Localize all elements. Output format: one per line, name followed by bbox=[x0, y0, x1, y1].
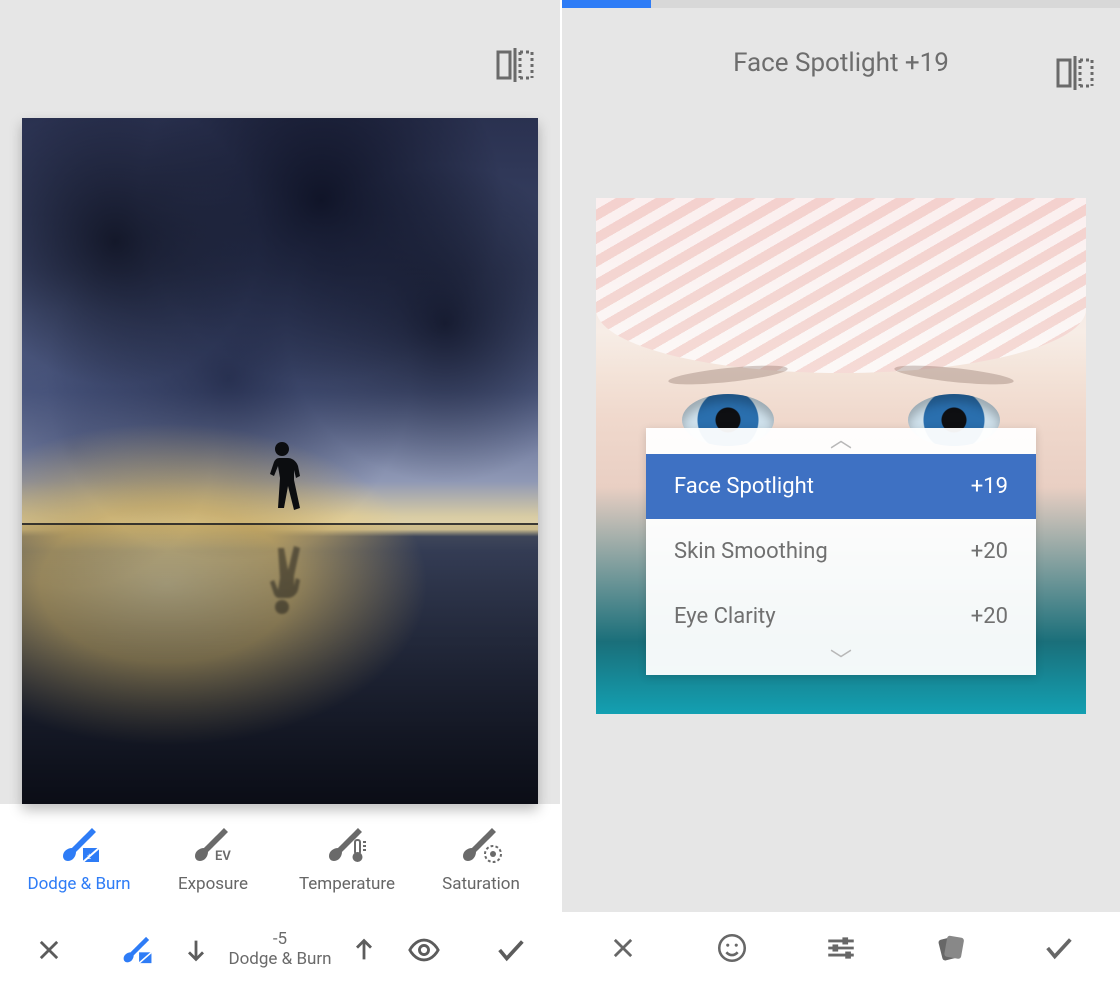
tool-exposure[interactable]: EV Exposure bbox=[146, 826, 280, 894]
apply-button[interactable] bbox=[470, 933, 553, 967]
menu-item-value: +20 bbox=[971, 604, 1008, 629]
value-progress-bar[interactable] bbox=[562, 0, 1120, 8]
menu-item-label: Eye Clarity bbox=[674, 604, 776, 629]
brush-dodge-burn-icon: ± bbox=[57, 826, 101, 864]
tool-dodge-burn[interactable]: ± Dodge & Burn bbox=[12, 826, 146, 894]
chevron-down-icon[interactable]: ﹀ bbox=[646, 649, 1036, 675]
tool-label: Dodge & Burn bbox=[27, 874, 130, 894]
left-top-bar bbox=[0, 0, 560, 118]
right-top-bar: Face Spotlight +19 bbox=[562, 8, 1120, 118]
tool-temperature[interactable]: Temperature bbox=[280, 826, 414, 894]
edited-photo[interactable] bbox=[22, 118, 538, 804]
tool-label: Exposure bbox=[178, 874, 248, 894]
left-canvas[interactable] bbox=[0, 118, 560, 804]
cancel-button[interactable] bbox=[570, 934, 675, 962]
compare-icon[interactable] bbox=[494, 44, 536, 86]
chevron-up-icon[interactable]: ︿ bbox=[646, 428, 1036, 454]
tool-label: Temperature bbox=[299, 874, 395, 894]
menu-item-face-spotlight[interactable]: Face Spotlight +19 bbox=[646, 454, 1036, 519]
svg-text:±: ± bbox=[87, 852, 91, 861]
decrease-icon[interactable] bbox=[182, 936, 210, 964]
brush-strength-readout: -5 Dodge & Burn bbox=[228, 930, 331, 969]
svg-text:EV: EV bbox=[215, 849, 231, 864]
apply-button[interactable] bbox=[1007, 931, 1112, 965]
styles-button[interactable] bbox=[898, 931, 1003, 965]
subject-silhouette bbox=[260, 442, 304, 528]
editor-left-pane: ± Dodge & Burn EV Exposure bbox=[0, 0, 560, 984]
menu-item-eye-clarity[interactable]: Eye Clarity +20 bbox=[646, 584, 1036, 649]
editor-right-pane: Face Spotlight +19 ︿ Face Spotlight + bbox=[560, 0, 1120, 984]
cancel-button[interactable] bbox=[8, 936, 91, 964]
brush-temperature-icon bbox=[325, 826, 369, 864]
face-button[interactable] bbox=[679, 931, 784, 965]
menu-item-skin-smoothing[interactable]: Skin Smoothing +20 bbox=[646, 519, 1036, 584]
menu-item-value: +19 bbox=[971, 474, 1008, 499]
left-bottom-bar: -5 Dodge & Burn bbox=[0, 916, 560, 984]
adjustment-title: Face Spotlight +19 bbox=[733, 48, 949, 78]
menu-item-label: Skin Smoothing bbox=[674, 539, 828, 564]
adjustment-menu[interactable]: ︿ Face Spotlight +19 Skin Smoothing +20 … bbox=[646, 428, 1036, 675]
compare-icon[interactable] bbox=[1054, 52, 1096, 94]
menu-item-value: +20 bbox=[971, 539, 1008, 564]
brush-exposure-icon: EV bbox=[191, 826, 235, 864]
menu-item-label: Face Spotlight bbox=[674, 474, 814, 499]
tool-saturation[interactable]: Saturation bbox=[414, 826, 548, 894]
brush-toolbox: ± Dodge & Burn EV Exposure bbox=[0, 804, 560, 916]
brush-saturation-icon bbox=[459, 826, 503, 864]
portrait-photo[interactable]: ︿ Face Spotlight +19 Skin Smoothing +20 … bbox=[596, 198, 1086, 714]
active-brush-button[interactable] bbox=[95, 933, 178, 967]
mask-view-button[interactable] bbox=[383, 933, 466, 967]
tool-label: Saturation bbox=[442, 874, 520, 894]
right-bottom-bar bbox=[562, 912, 1120, 984]
right-canvas[interactable]: ︿ Face Spotlight +19 Skin Smoothing +20 … bbox=[562, 118, 1120, 912]
increase-icon[interactable] bbox=[350, 936, 378, 964]
brush-strength-control[interactable]: -5 Dodge & Burn bbox=[181, 930, 379, 969]
sliders-button[interactable] bbox=[788, 931, 893, 965]
